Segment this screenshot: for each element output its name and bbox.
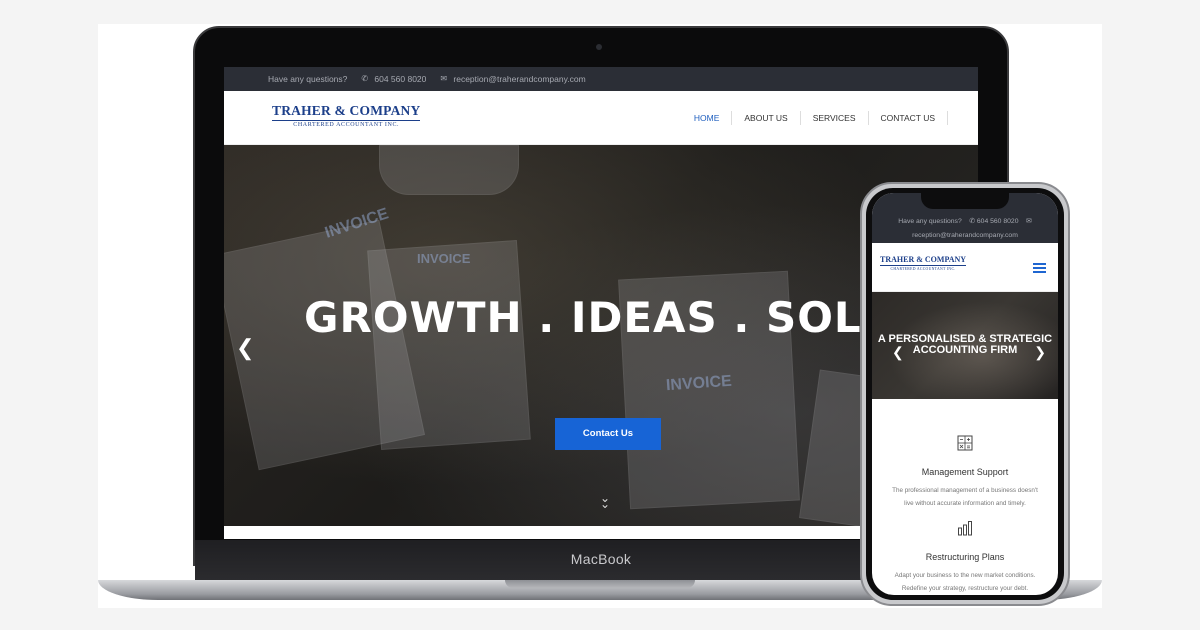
logo-name: TRAHER & COMPANY xyxy=(880,255,967,264)
slider-prev-button[interactable]: ❮ xyxy=(236,335,254,361)
scroll-down-icon[interactable]: ⌄ ⌄ xyxy=(600,492,610,510)
phone-icon: ✆ xyxy=(361,74,369,83)
service-description-line2: Redefine your strategy, restructure your… xyxy=(901,585,1029,592)
mobile-topbar-phone[interactable]: 604 560 8020 xyxy=(977,218,1019,225)
service-description-line1: The professional management of a busines… xyxy=(892,487,1038,494)
desktop-logo[interactable]: TRAHER & COMPANY CHARTERED ACCOUNTANT IN… xyxy=(272,103,421,128)
logo-rule xyxy=(880,265,967,266)
device-object xyxy=(379,145,519,195)
desktop-header: TRAHER & COMPANY CHARTERED ACCOUNTANT IN… xyxy=(224,91,978,154)
calculator-icon xyxy=(957,435,973,451)
nav-services[interactable]: SERVICES xyxy=(801,111,869,125)
mobile-logo[interactable]: TRAHER & COMPANY CHARTERED ACCOUNTANT IN… xyxy=(880,255,967,271)
mobile-topbar-row1: Have any questions? ✆ 604 560 8020 ✉ xyxy=(872,215,1058,229)
envelope-icon: ✉ xyxy=(1026,218,1032,225)
mobile-topbar-question: Have any questions? xyxy=(898,218,962,225)
logo-tagline: CHARTERED ACCOUNTANT INC. xyxy=(293,122,400,128)
desktop-topbar: Have any questions? ✆ 604 560 8020 ✉ rec… xyxy=(224,67,978,91)
phone-notch xyxy=(921,193,1009,209)
nav-home[interactable]: HOME xyxy=(681,111,733,154)
laptop-base-notch xyxy=(505,580,695,588)
bar-chart-icon xyxy=(958,521,972,536)
service-description-line1: Adapt your business to the new market co… xyxy=(894,572,1036,579)
phone-screen: Have any questions? ✆ 604 560 8020 ✉ rec… xyxy=(872,193,1058,595)
hamburger-menu-icon[interactable] xyxy=(1033,263,1046,275)
laptop-camera xyxy=(596,44,602,50)
topbar-phone[interactable]: ✆ 604 560 8020 xyxy=(361,74,426,84)
logo-tagline: CHARTERED ACCOUNTANT INC. xyxy=(890,267,956,271)
mobile-header: TRAHER & COMPANY CHARTERED ACCOUNTANT IN… xyxy=(872,243,1058,292)
service-description: Adapt your business to the new market co… xyxy=(880,569,1050,595)
service-title: Management Support xyxy=(921,467,1009,477)
topbar-email[interactable]: ✉ reception@traherandcompany.com xyxy=(440,74,585,84)
logo-rule xyxy=(272,120,421,121)
topbar-question: Have any questions? xyxy=(268,74,348,84)
service-title: Restructuring Plans xyxy=(925,552,1005,562)
phone-icon: ✆ xyxy=(969,218,975,225)
desktop-nav: HOME ABOUT US SERVICES CONTACT US xyxy=(681,91,948,154)
nav-contact-us[interactable]: CONTACT US xyxy=(869,111,948,125)
service-item[interactable]: Restructuring Plans Adapt your business … xyxy=(872,520,1058,595)
logo-name: TRAHER & COMPANY xyxy=(272,103,421,118)
mobile-topbar-email[interactable]: reception@traherandcompany.com xyxy=(872,229,1058,243)
envelope-icon: ✉ xyxy=(440,74,448,83)
nav-about-us[interactable]: ABOUT US xyxy=(732,111,801,125)
service-description: The professional management of a busines… xyxy=(880,484,1050,510)
contact-us-button[interactable]: Contact Us xyxy=(555,418,661,450)
mobile-slider-prev-button[interactable]: ❮ xyxy=(892,344,904,361)
topbar-phone-text: 604 560 8020 xyxy=(374,74,427,84)
topbar-email-text: reception@traherandcompany.com xyxy=(453,74,586,84)
invoice-label: INVOICE xyxy=(417,251,471,266)
service-description-line2: live without accurate information and ti… xyxy=(904,500,1026,507)
mobile-slider-next-button[interactable]: ❯ xyxy=(1034,344,1046,361)
service-item[interactable]: Management Support The professional mana… xyxy=(872,435,1058,510)
invoice-paper xyxy=(367,240,531,450)
mockup-stage: Have any questions? ✆ 604 560 8020 ✉ rec… xyxy=(0,0,1200,630)
mobile-hero-slider: A PERSONALISED & STRATEGIC ACCOUNTING FI… xyxy=(872,292,1058,399)
